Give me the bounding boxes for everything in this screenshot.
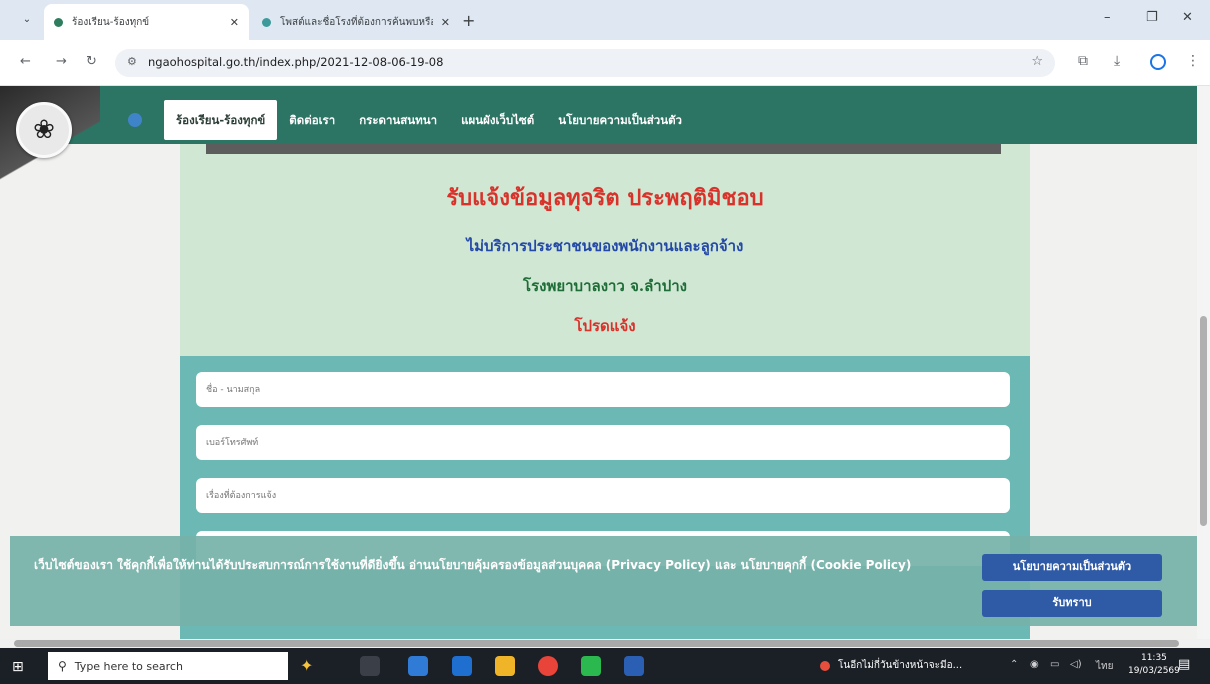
cookie-consent-bar: เว็บไซต์ของเรา ใช้คุกกี้เพื่อให้ท่านได้ร… — [10, 536, 1197, 626]
close-window-button[interactable]: ✕ — [1182, 10, 1193, 25]
menu-item-forum[interactable]: กระดานสนทนา — [347, 100, 449, 140]
site-favicon-icon — [262, 17, 271, 27]
tab-search-icon[interactable]: ⌄ — [18, 11, 36, 29]
more-icon[interactable]: ⋮ — [1186, 53, 1200, 69]
site-favicon-icon — [54, 17, 63, 27]
site-navbar: ร้องเรียน-ร้องทุกข์ ติดต่อเรา กระดานสนทน… — [10, 86, 1197, 144]
banner-divider — [206, 144, 1001, 154]
windows-taskbar: ⊞ ⚲ Type here to search ✦ โนอีกไม่กี่วัน… — [0, 648, 1210, 684]
scrollbar-thumb[interactable] — [1200, 316, 1207, 526]
minimize-button[interactable]: – — [1104, 10, 1111, 25]
menu-item-contact[interactable]: ติดต่อเรา — [277, 100, 347, 140]
taskbar-search[interactable]: ⚲ Type here to search — [48, 652, 288, 680]
edge-blue-icon[interactable] — [452, 656, 472, 676]
word-icon[interactable] — [624, 656, 644, 676]
subject-field[interactable] — [196, 478, 1010, 513]
tab-strip: ⌄ ร้องเรียน-ร้องทุกข์ ✕ โพสต์และชื่อโรงท… — [0, 0, 1210, 40]
vertical-scrollbar[interactable] — [1197, 86, 1210, 639]
notification-app-label: โนอีกไม่กี่วันข้างหน้าจะมีอ... — [838, 660, 963, 671]
mourning-ribbon-logo-icon[interactable]: ❀ — [16, 102, 72, 158]
scrollbar-thumb[interactable] — [14, 640, 1179, 647]
back-icon[interactable]: ← — [20, 54, 31, 69]
network-icon[interactable]: ◉ — [1030, 659, 1039, 670]
horizontal-scrollbar[interactable] — [0, 639, 1210, 648]
chrome-icon[interactable] — [538, 656, 558, 676]
restore-button[interactable]: ❐ — [1146, 10, 1158, 25]
new-tab-button[interactable]: + — [462, 11, 475, 30]
volume-icon[interactable]: ◁) — [1070, 659, 1082, 670]
page-viewport: ร้องเรียน-ร้องทุกข์ ติดต่อเรา กระดานสนทน… — [0, 86, 1197, 639]
forward-icon[interactable]: → — [56, 54, 67, 69]
file-explorer-icon[interactable] — [495, 656, 515, 676]
menu-item-privacy[interactable]: นโยบายความเป็นส่วนตัว — [546, 100, 694, 140]
phone-field[interactable] — [196, 425, 1010, 460]
task-view-icon[interactable] — [360, 656, 380, 676]
search-placeholder: Type here to search — [74, 659, 183, 673]
clock[interactable]: 11:35 19/03/2569 — [1128, 652, 1180, 678]
copilot-sparkle-icon[interactable]: ✦ — [300, 656, 313, 675]
tray-chevron-icon[interactable]: ⌃ — [1010, 659, 1018, 670]
accept-cookie-button[interactable]: รับทราบ — [982, 590, 1162, 617]
tab-active[interactable]: ร้องเรียน-ร้องทุกข์ ✕ — [44, 4, 249, 40]
weather-notification[interactable]: โนอีกไม่กี่วันข้างหน้าจะมีอ... — [820, 658, 962, 673]
windows-start-icon[interactable]: ⊞ — [12, 659, 24, 675]
tab-inactive[interactable]: โพสต์และชื่อโรงที่ต้องการค้นพบหรือ ✕ — [252, 4, 460, 40]
banner-hospital: โรงพยาบาลงาว จ.ลำปาง — [523, 277, 687, 295]
site-info-icon[interactable]: ⚙ — [127, 55, 137, 68]
battery-icon[interactable]: ▭ — [1050, 659, 1059, 670]
home-icon[interactable] — [128, 113, 142, 127]
privacy-policy-button[interactable]: นโยบายความเป็นส่วนตัว — [982, 554, 1162, 581]
url-text[interactable]: ngaohospital.go.th/index.php/2021-12-08-… — [148, 55, 443, 69]
notification-center-icon[interactable]: ▤ — [1178, 657, 1190, 672]
bookmark-star-icon[interactable]: ☆ — [1031, 54, 1043, 69]
menu-item-complaint[interactable]: ร้องเรียน-ร้องทุกข์ — [164, 100, 278, 140]
menu-item-sitemap[interactable]: แผนผังเว็บไซต์ — [449, 100, 546, 140]
banner-please-report: โปรดแจ้ง — [574, 317, 636, 335]
cookie-text: เว็บไซต์ของเรา ใช้คุกกี้เพื่อให้ท่านได้ร… — [34, 558, 912, 572]
main-menu: ร้องเรียน-ร้องทุกข์ ติดต่อเรา กระดานสนทน… — [128, 100, 694, 140]
banner-title: รับแจ้งข้อมูลทุจริต ประพฤติมิชอบ — [446, 185, 764, 211]
close-tab-icon[interactable]: ✕ — [441, 16, 450, 29]
language-indicator[interactable]: ไทย — [1096, 659, 1113, 674]
tab-title: โพสต์และชื่อโรงที่ต้องการค้นพบหรือ — [280, 16, 433, 28]
thermometer-icon — [820, 660, 830, 671]
reload-icon[interactable]: ↻ — [86, 54, 97, 69]
complaint-banner: รับแจ้งข้อมูลทุจริต ประพฤติมิชอบ ไม่บริก… — [180, 144, 1030, 356]
extensions-icon[interactable]: ⧉ — [1078, 53, 1088, 69]
browser-toolbar: ← → ↻ ⚙ ngaohospital.go.th/index.php/202… — [0, 40, 1210, 86]
name-field[interactable] — [196, 372, 1010, 407]
edge-icon[interactable] — [408, 656, 428, 676]
banner-subtitle: ไม่บริการประชาชนของพนักงานและลูกจ้าง — [466, 237, 744, 255]
search-icon: ⚲ — [58, 659, 67, 673]
download-icon[interactable]: ⤓ — [1114, 53, 1120, 69]
clock-date: 19/03/2569 — [1128, 666, 1180, 676]
tab-title: ร้องเรียน-ร้องทุกข์ — [72, 16, 150, 28]
line-icon[interactable] — [581, 656, 601, 676]
profile-icon[interactable] — [1150, 54, 1166, 70]
clock-time: 11:35 — [1140, 653, 1167, 663]
close-tab-icon[interactable]: ✕ — [230, 16, 239, 29]
address-bar[interactable]: ⚙ ngaohospital.go.th/index.php/2021-12-0… — [115, 49, 1055, 77]
